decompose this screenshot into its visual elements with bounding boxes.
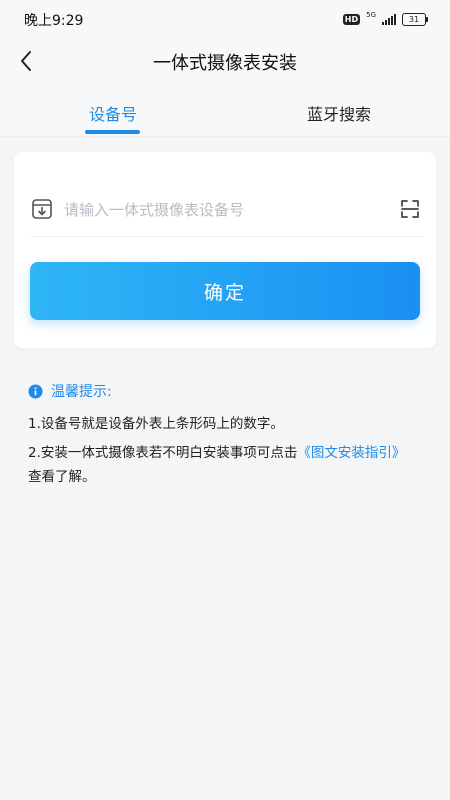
network-label: 5G bbox=[366, 10, 376, 19]
page-title: 一体式摄像表安装 bbox=[153, 53, 297, 74]
tips-header: 温馨提示: bbox=[28, 380, 408, 402]
device-form-card: 确定 bbox=[14, 152, 436, 348]
tab-bluetooth-search[interactable]: 蓝牙搜索 bbox=[298, 101, 380, 125]
status-time: 晚上9:29 bbox=[24, 13, 84, 29]
tip-line-2-suffix: 查看了解。 bbox=[28, 469, 96, 485]
battery-icon: 31 bbox=[402, 12, 428, 26]
status-bar: 晚上9:29 HD 5G 31 bbox=[0, 0, 450, 38]
device-input-row bbox=[30, 188, 422, 237]
tip-line-2-text: 2.安装一体式摄像表若不明白安装事项可点击 bbox=[28, 445, 298, 461]
nav-bar: 一体式摄像表安装 bbox=[0, 38, 450, 84]
tips-section: 温馨提示: 1.设备号就是设备外表上条形码上的数字。 2.安装一体式摄像表若不明… bbox=[28, 380, 408, 489]
tip-line-2: 2.安装一体式摄像表若不明白安装事项可点击《图文安装指引》查看了解。 bbox=[28, 441, 408, 489]
tab-device-number[interactable]: 设备号 bbox=[74, 101, 152, 125]
scan-icon[interactable] bbox=[398, 197, 422, 221]
signal-icon bbox=[382, 13, 396, 25]
install-guide-link[interactable]: 《图文安装指引》 bbox=[297, 445, 405, 461]
tab-bar: 设备号 蓝牙搜索 bbox=[0, 84, 450, 137]
tab-active-indicator bbox=[85, 130, 140, 134]
download-box-icon bbox=[32, 199, 52, 219]
info-icon bbox=[28, 383, 43, 399]
confirm-button[interactable]: 确定 bbox=[30, 262, 420, 320]
tips-title: 温馨提示: bbox=[51, 384, 112, 400]
hd-icon: HD bbox=[342, 13, 361, 25]
status-indicators: HD 5G 31 bbox=[342, 10, 428, 27]
device-number-input[interactable] bbox=[64, 196, 384, 224]
tip-line-1: 1.设备号就是设备外表上条形码上的数字。 bbox=[28, 416, 284, 432]
